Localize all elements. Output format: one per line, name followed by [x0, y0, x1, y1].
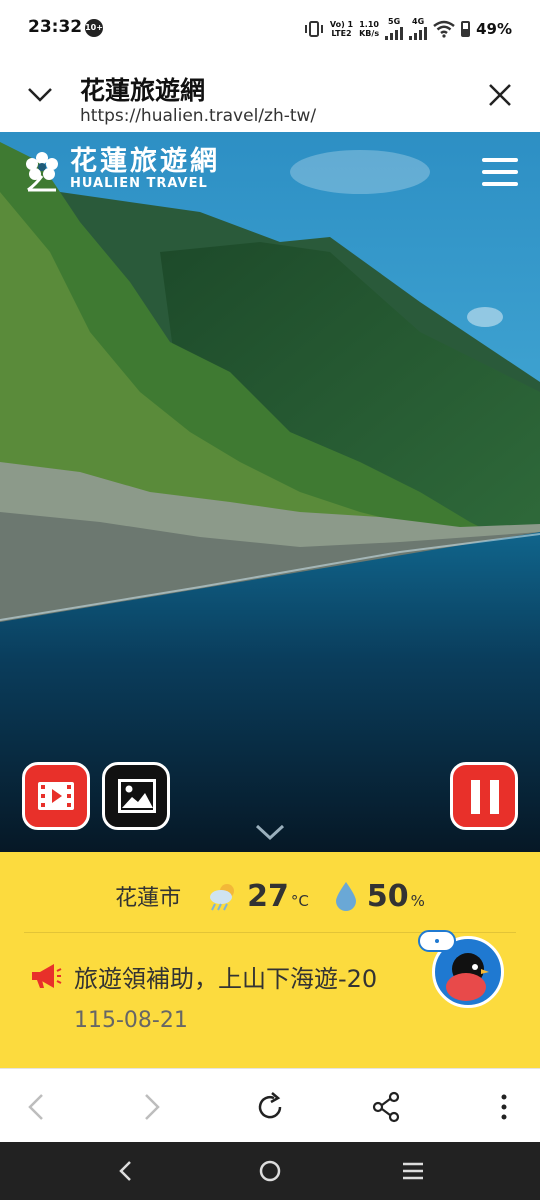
image-icon — [118, 779, 156, 813]
humidity-unit: % — [410, 892, 425, 910]
network-speed: 1.10 KB/s — [359, 19, 380, 38]
clock: 23:32 — [28, 17, 83, 37]
close-icon[interactable] — [488, 83, 512, 107]
scroll-down-icon[interactable] — [254, 822, 286, 842]
flower-logo-icon — [26, 152, 58, 192]
share-icon[interactable] — [366, 1087, 406, 1127]
forward-arrow-icon[interactable] — [132, 1087, 172, 1127]
battery-icon — [461, 20, 471, 37]
image-button[interactable] — [102, 762, 170, 830]
vibrate-icon — [304, 20, 323, 37]
page-title: 花蓮旅遊網 — [80, 76, 206, 105]
temperature-value: 27 — [247, 878, 289, 914]
site-logo[interactable]: 花蓮旅遊網 HUALIEN TRAVEL — [22, 146, 220, 192]
humidity-value: 50 — [366, 878, 409, 914]
volte-indicator: Vo) 1 LTE2 — [329, 19, 354, 38]
weather-widget: 花蓮市 27 °C 50 % — [0, 876, 540, 916]
signal-5g: 5G — [385, 17, 404, 40]
chevron-down-icon[interactable] — [26, 85, 54, 105]
back-arrow-icon[interactable] — [16, 1087, 56, 1127]
status-icons: Vo) 1 LTE2 1.10 KB/s 5G 4G 49% — [304, 17, 512, 40]
logo-english-text: HUALIEN TRAVEL — [70, 176, 208, 191]
megaphone-icon — [32, 964, 62, 988]
nav-back-icon[interactable] — [112, 1158, 142, 1184]
wifi-icon — [433, 20, 455, 38]
chat-bubble-icon[interactable] — [418, 930, 456, 952]
news-ticker[interactable]: 旅遊領補助，上山下海遊-20 — [30, 956, 430, 996]
cloud-rain-icon — [210, 884, 235, 911]
news-headline[interactable]: 旅遊領補助，上山下海遊-20 — [74, 959, 377, 994]
status-bar: 23:32 10+ Vo) 1 LTE2 1.10 KB/s 5G 4G 49% — [0, 0, 540, 58]
system-navigation-bar — [0, 1142, 540, 1200]
video-button[interactable] — [22, 762, 90, 830]
page-url[interactable]: https://hualien.travel/zh-tw/ — [80, 106, 316, 126]
logo-chinese-text: 花蓮旅遊網 — [70, 146, 220, 177]
water-drop-icon — [335, 882, 356, 911]
film-icon — [38, 782, 74, 810]
hero-video: 花蓮旅遊網 HUALIEN TRAVEL — [0, 132, 540, 852]
hero-background-image — [0, 132, 540, 852]
signal-4g: 4G — [409, 17, 428, 40]
reload-icon[interactable] — [250, 1087, 290, 1127]
hamburger-menu-icon[interactable] — [482, 158, 518, 186]
nav-recents-icon[interactable] — [398, 1158, 428, 1184]
notification-badge: 10+ — [85, 19, 103, 37]
news-date: 115-08-21 — [74, 1008, 188, 1033]
weather-city: 花蓮市 — [115, 886, 182, 911]
more-options-icon[interactable] — [484, 1087, 524, 1127]
pause-button[interactable] — [450, 762, 518, 830]
nav-home-icon[interactable] — [255, 1158, 285, 1184]
browser-toolbar — [0, 1068, 540, 1142]
browser-header: 花蓮旅遊網 https://hualien.travel/zh-tw/ — [0, 58, 540, 132]
pause-icon — [471, 780, 499, 814]
battery-percent: 49% — [476, 19, 512, 38]
temperature-unit: °C — [290, 892, 309, 910]
